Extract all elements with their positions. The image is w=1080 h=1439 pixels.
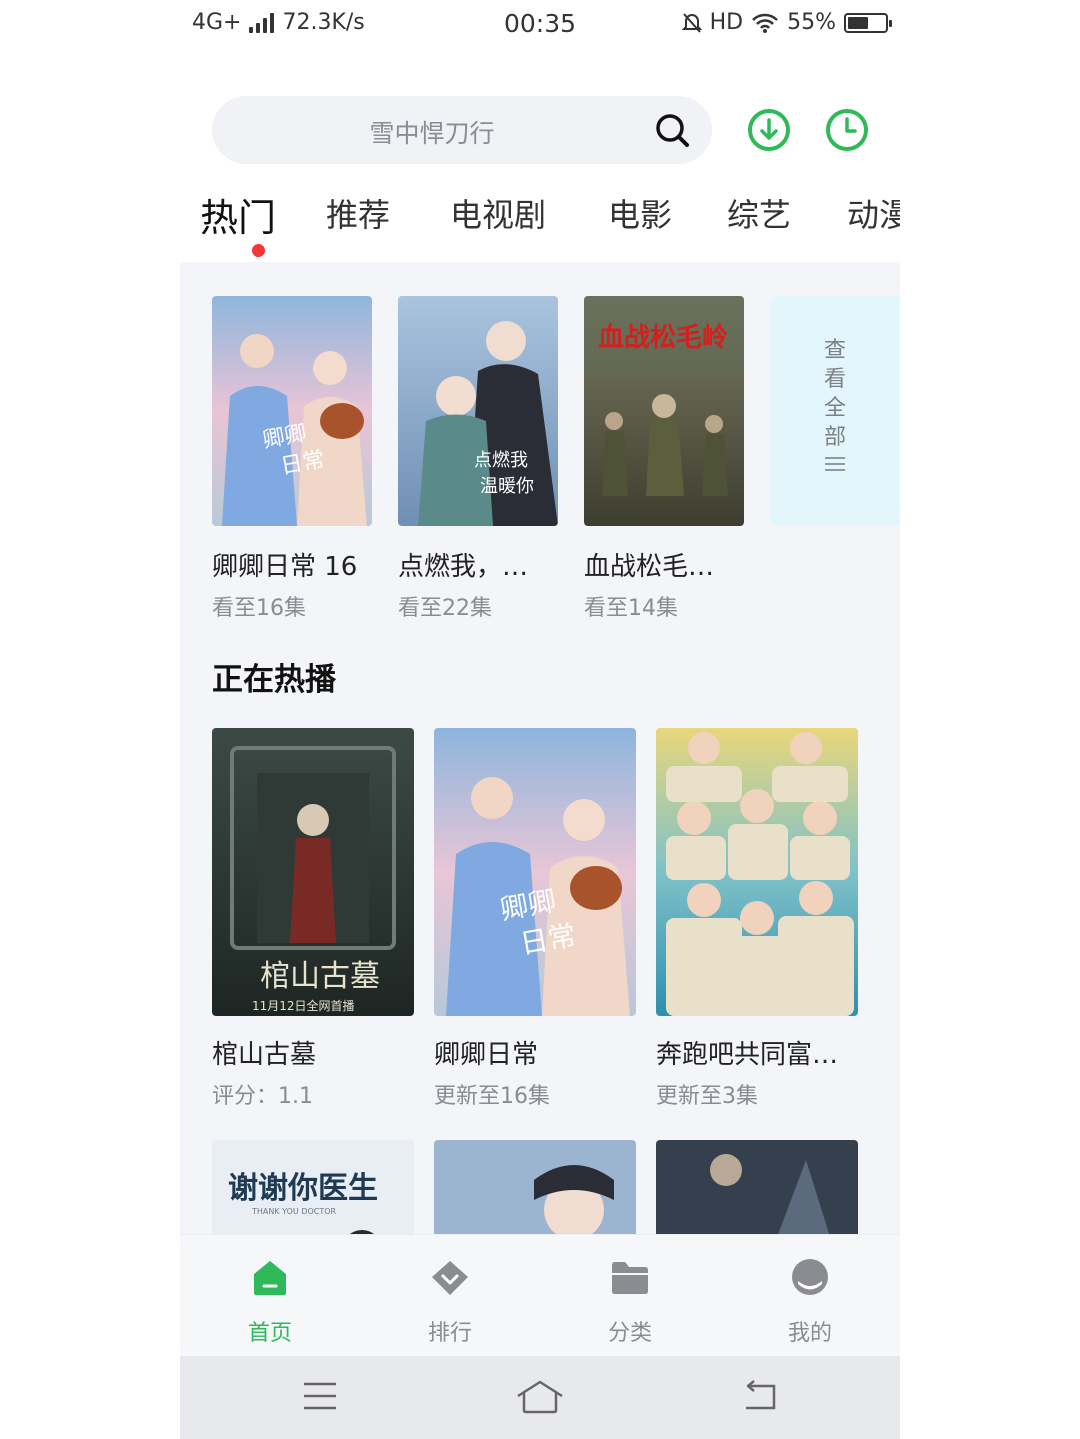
nav-home[interactable]: 首页 [220,1255,320,1351]
hot-poster-4-title: 谢谢你医生 [228,1171,378,1206]
history-clock-icon[interactable] [824,107,870,153]
hot-sub-1: 评分：1.1 [212,1084,313,1109]
section-title-hot: 正在热播 [212,662,336,698]
hot-sub-3: 更新至3集 [656,1084,758,1109]
history-poster-3[interactable]: 血战松毛岭 [584,296,744,526]
hot-poster-4-subtitle: THANK YOU DOCTOR [251,1207,337,1216]
nav-ranking[interactable]: 排行 [400,1255,500,1351]
view-all-button[interactable]: 查 看 全 部 [770,296,900,526]
tab-recommended[interactable]: 推荐 [326,190,390,236]
view-all-char: 查 [823,338,846,363]
nav-category-label: 分类 [607,1321,652,1346]
status-bar: 4G+ 72.3K/s 00:35 HD 55% [180,0,900,48]
tab-tv-series[interactable]: 电视剧 [450,190,546,236]
system-nav-bar [180,1356,900,1439]
category-tabs: 热门 推荐 电视剧 电影 综艺 动漫 [200,190,900,260]
view-all-char: 全 [823,396,846,421]
app-screen: 4G+ 72.3K/s 00:35 HD 55% 雪中悍刀行 热门 推荐 电视剧… [180,0,900,1439]
history-progress-1: 看至16集 [212,596,306,621]
hot-poster-1-date: 11月12日全网首播 [252,998,355,1013]
search-bar[interactable]: 雪中悍刀行 [212,96,712,164]
view-all-char: 部 [823,425,846,450]
hd-badge: HD [709,10,744,35]
menu-icon[interactable] [302,1380,338,1412]
status-right: HD 55% [681,10,892,35]
nav-ranking-label: 排行 [427,1321,472,1346]
history-poster-2-art: 点燃我 温暖你 [398,296,558,526]
wifi-icon [752,13,778,33]
list-icon [825,457,845,471]
nav-category[interactable]: 分类 [580,1255,680,1351]
tab-anime[interactable]: 动漫 [847,190,900,236]
hot-title-1[interactable]: 棺山古墓 [212,1034,316,1071]
tab-hot[interactable]: 热门 [200,190,276,242]
history-poster-1-art: 卿卿 日常 [212,296,372,526]
history-poster-1[interactable]: 卿卿 日常 [212,296,372,526]
battery-icon [844,12,892,33]
rank-diamond-icon [432,1261,468,1295]
search-input[interactable]: 雪中悍刀行 [212,114,652,150]
hot-title-3[interactable]: 奔跑吧共同富… [656,1034,838,1071]
tab-variety[interactable]: 综艺 [727,190,791,236]
history-progress-3: 看至14集 [584,596,678,621]
hot-poster-4-art: 谢谢你医生 THANK YOU DOCTOR [212,1140,414,1240]
history-title-3[interactable]: 血战松毛… [584,546,714,583]
back-icon[interactable] [742,1380,778,1412]
history-poster-3-art: 血战松毛岭 [584,296,744,526]
hot-poster-6[interactable] [656,1140,858,1240]
search-icon[interactable] [654,112,690,148]
history-poster-2[interactable]: 点燃我 温暖你 [398,296,558,526]
poster-3-title: 血战松毛岭 [598,323,728,353]
nav-profile-label: 我的 [787,1321,832,1346]
hot-poster-1-art: 棺山古墓 11月12日全网首播 [212,728,414,1016]
history-title-1[interactable]: 卿卿日常 16 [212,546,357,583]
home-button-icon[interactable] [516,1380,564,1414]
folder-icon [612,1262,648,1294]
hot-poster-3-art [656,728,858,1016]
svg-text:温暖你: 温暖你 [480,476,534,497]
battery-percent: 55% [787,10,836,35]
history-progress-2: 看至22集 [398,596,492,621]
hot-poster-6-art [656,1140,858,1240]
view-all-char: 看 [823,367,846,392]
nav-profile[interactable]: 我的 [760,1255,860,1351]
view-all-label: 查 看 全 部 [820,336,850,452]
svg-text:点燃我: 点燃我 [474,450,528,471]
hot-poster-5[interactable] [434,1140,636,1240]
hot-poster-1-title: 棺山古墓 [260,959,380,994]
hot-poster-2[interactable]: 卿卿 日常 [434,728,636,1016]
tab-movies[interactable]: 电影 [608,190,672,236]
hot-poster-4[interactable]: 谢谢你医生 THANK YOU DOCTOR [212,1140,414,1240]
bottom-nav: 首页 排行 分类 我的 [180,1234,900,1356]
hot-poster-3[interactable] [656,728,858,1016]
download-icon[interactable] [746,107,792,153]
silent-bell-icon [681,12,702,33]
hot-sub-2: 更新至16集 [434,1084,550,1109]
home-icon [254,1261,286,1295]
history-title-2[interactable]: 点燃我，… [398,546,528,583]
hot-title-2[interactable]: 卿卿日常 [434,1034,538,1071]
profile-icon [792,1259,828,1295]
hot-poster-1[interactable]: 棺山古墓 11月12日全网首播 [212,728,414,1016]
nav-home-label: 首页 [247,1321,292,1346]
hot-poster-2-art: 卿卿 日常 [434,728,636,1016]
hot-poster-5-art [434,1140,636,1240]
active-tab-indicator [252,244,265,257]
